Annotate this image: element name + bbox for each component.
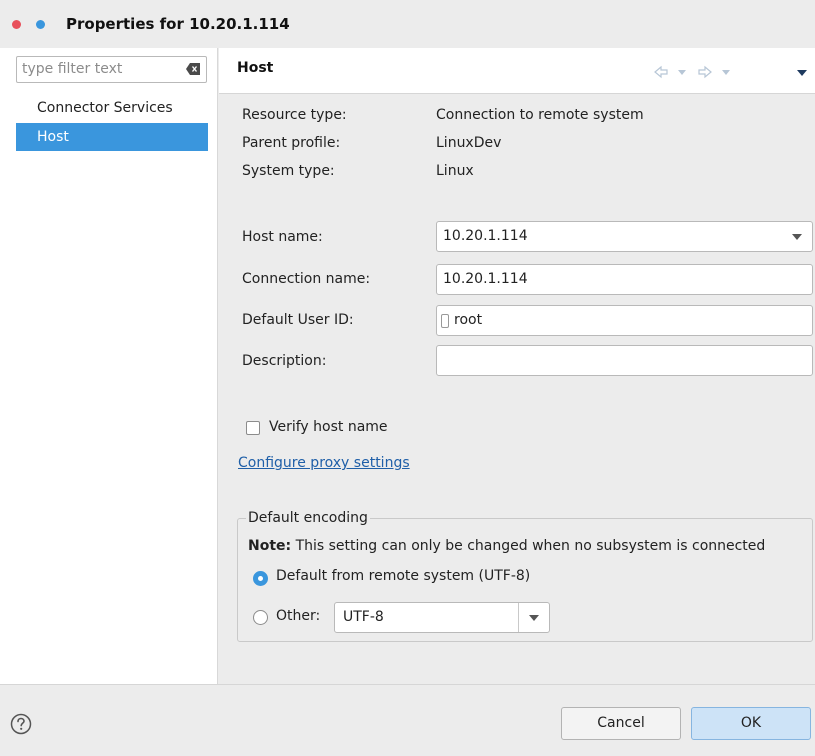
note-bold: Note:	[248, 538, 292, 554]
description-label: Description:	[242, 353, 327, 369]
inherited-value-icon[interactable]	[441, 314, 449, 328]
page-header: Host	[219, 48, 815, 94]
user-id-input[interactable]: root	[436, 305, 813, 336]
verify-host-label[interactable]: Verify host name	[269, 419, 388, 435]
view-menu-icon[interactable]	[797, 65, 807, 79]
encoding-group-title: Default encoding	[246, 510, 370, 526]
filter-input[interactable]: type filter text	[16, 56, 207, 83]
back-arrow-icon[interactable]	[654, 65, 668, 79]
system-type-label: System type:	[242, 163, 335, 179]
encoding-select[interactable]: UTF-8	[334, 602, 550, 633]
back-history-dropdown-icon[interactable]	[678, 65, 686, 79]
help-icon[interactable]	[10, 713, 32, 735]
connection-name-input[interactable]: 10.20.1.114	[436, 264, 813, 295]
cancel-button[interactable]: Cancel	[561, 707, 681, 740]
resource-type-value: Connection to remote system	[436, 107, 644, 123]
parent-profile-label: Parent profile:	[242, 135, 341, 151]
default-encoding-label[interactable]: Default from remote system (UTF-8)	[276, 568, 530, 584]
sidebar-item-host[interactable]: Host	[16, 123, 208, 151]
combo-divider	[518, 603, 519, 632]
description-input[interactable]	[436, 345, 813, 376]
clear-filter-icon[interactable]	[186, 63, 200, 75]
chevron-down-icon[interactable]	[529, 614, 539, 622]
configure-proxy-link[interactable]: Configure proxy settings	[238, 455, 410, 471]
encoding-select-value: UTF-8	[343, 609, 384, 625]
page-title: Host	[237, 60, 274, 76]
sidebar-item-connector-services[interactable]: Connector Services	[16, 94, 208, 122]
close-window-button[interactable]	[12, 20, 21, 29]
title-bar: Properties for 10.20.1.114	[0, 0, 815, 48]
window-title: Properties for 10.20.1.114	[66, 15, 290, 33]
note-text: This setting can only be changed when no…	[291, 538, 766, 554]
chevron-down-icon[interactable]	[782, 222, 812, 251]
host-name-combo[interactable]: 10.20.1.114	[436, 221, 813, 252]
parent-profile-value: LinuxDev	[436, 135, 502, 151]
user-id-label: Default User ID:	[242, 312, 354, 328]
other-encoding-radio[interactable]	[253, 610, 268, 625]
user-id-value: root	[454, 312, 483, 328]
resource-type-label: Resource type:	[242, 107, 347, 123]
sidebar-item-label: Host	[37, 129, 69, 145]
sidebar-item-label: Connector Services	[37, 100, 173, 116]
filter-placeholder: type filter text	[22, 61, 123, 77]
forward-history-dropdown-icon[interactable]	[722, 65, 730, 79]
connection-name-label: Connection name:	[242, 271, 371, 287]
connection-name-value: 10.20.1.114	[443, 271, 528, 287]
other-encoding-label[interactable]: Other:	[276, 608, 320, 624]
forward-arrow-icon[interactable]	[698, 65, 712, 79]
encoding-note: Note: This setting can only be changed w…	[248, 538, 765, 554]
ok-button[interactable]: OK	[691, 707, 811, 740]
window-control-button[interactable]	[36, 20, 45, 29]
host-name-label: Host name:	[242, 229, 323, 245]
verify-host-checkbox[interactable]	[246, 421, 260, 435]
default-encoding-radio[interactable]	[253, 571, 268, 586]
system-type-value: Linux	[436, 163, 474, 179]
host-name-value: 10.20.1.114	[443, 228, 528, 244]
